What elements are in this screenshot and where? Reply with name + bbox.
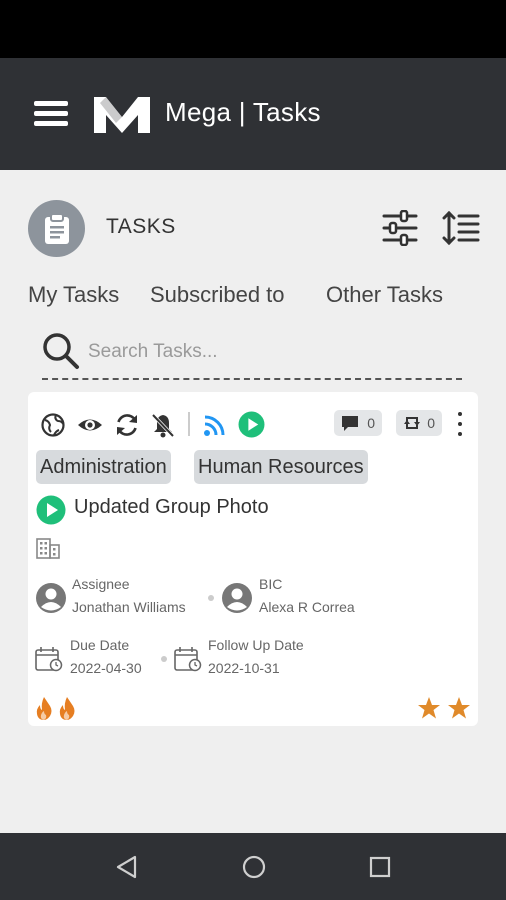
comment-count: 0 — [367, 415, 375, 431]
bell-off-icon[interactable] — [150, 412, 176, 438]
toolbar-divider — [188, 412, 190, 436]
tab-my-tasks[interactable]: My Tasks — [28, 282, 119, 308]
back-icon[interactable] — [116, 855, 138, 879]
kebab-icon[interactable] — [454, 410, 466, 438]
assignee-name[interactable]: Jonathan Williams — [72, 599, 186, 615]
flame-icon — [59, 697, 75, 720]
search-icon[interactable] — [42, 332, 80, 370]
calendar-icon — [174, 647, 202, 672]
separator-dot — [208, 595, 214, 601]
building-icon — [36, 538, 60, 559]
person-icon — [222, 583, 252, 613]
recents-icon[interactable] — [369, 856, 391, 878]
tab-subscribed-to[interactable]: Subscribed to — [150, 282, 285, 308]
eye-icon[interactable] — [77, 412, 103, 438]
tag-human-resources[interactable]: Human Resources — [194, 450, 368, 484]
search-bar — [42, 330, 462, 380]
rss-icon[interactable] — [202, 412, 228, 438]
task-card[interactable]: 0 0 Administration Human Resources Updat… — [28, 392, 478, 726]
filter-icon[interactable] — [382, 210, 418, 246]
follow-up-date-label: Follow Up Date — [208, 637, 304, 653]
calendar-icon — [35, 647, 63, 672]
due-date-label: Due Date — [70, 637, 130, 653]
status-bar — [0, 0, 506, 58]
home-icon[interactable] — [242, 855, 266, 879]
comment-count-badge[interactable]: 0 — [334, 410, 382, 436]
due-date-value: 2022-04-30 — [70, 660, 142, 676]
separator-dot — [161, 656, 167, 662]
flame-icon — [36, 697, 52, 720]
clipboard-icon — [45, 213, 69, 244]
comment-icon — [342, 416, 358, 431]
globe-icon[interactable] — [40, 412, 66, 438]
sync-count-badge[interactable]: 0 — [396, 410, 442, 436]
app-title: Mega | Tasks — [165, 97, 321, 127]
sync-icon — [404, 417, 420, 429]
tag-administration[interactable]: Administration — [36, 450, 171, 484]
menu-icon[interactable] — [34, 100, 68, 128]
mega-logo — [94, 97, 150, 133]
bic-name[interactable]: Alexa R Correa — [259, 599, 355, 615]
sync-count: 0 — [427, 415, 435, 431]
tasks-avatar — [28, 200, 85, 257]
tab-other-tasks[interactable]: Other Tasks — [326, 282, 443, 308]
sort-icon[interactable] — [442, 210, 480, 246]
assignee-label: Assignee — [72, 576, 130, 592]
refresh-icon[interactable] — [114, 412, 140, 438]
system-nav-bar — [0, 833, 506, 900]
bic-label: BIC — [259, 576, 283, 592]
person-icon — [36, 583, 66, 613]
search-input[interactable] — [86, 338, 450, 366]
star-icon[interactable] — [447, 696, 471, 720]
page-title: TASKS — [106, 215, 176, 238]
play-icon[interactable] — [238, 411, 265, 438]
task-title[interactable]: Updated Group Photo — [74, 496, 269, 519]
star-icon[interactable] — [417, 696, 441, 720]
follow-up-date-value: 2022-10-31 — [208, 660, 280, 676]
play-icon[interactable] — [36, 495, 66, 525]
